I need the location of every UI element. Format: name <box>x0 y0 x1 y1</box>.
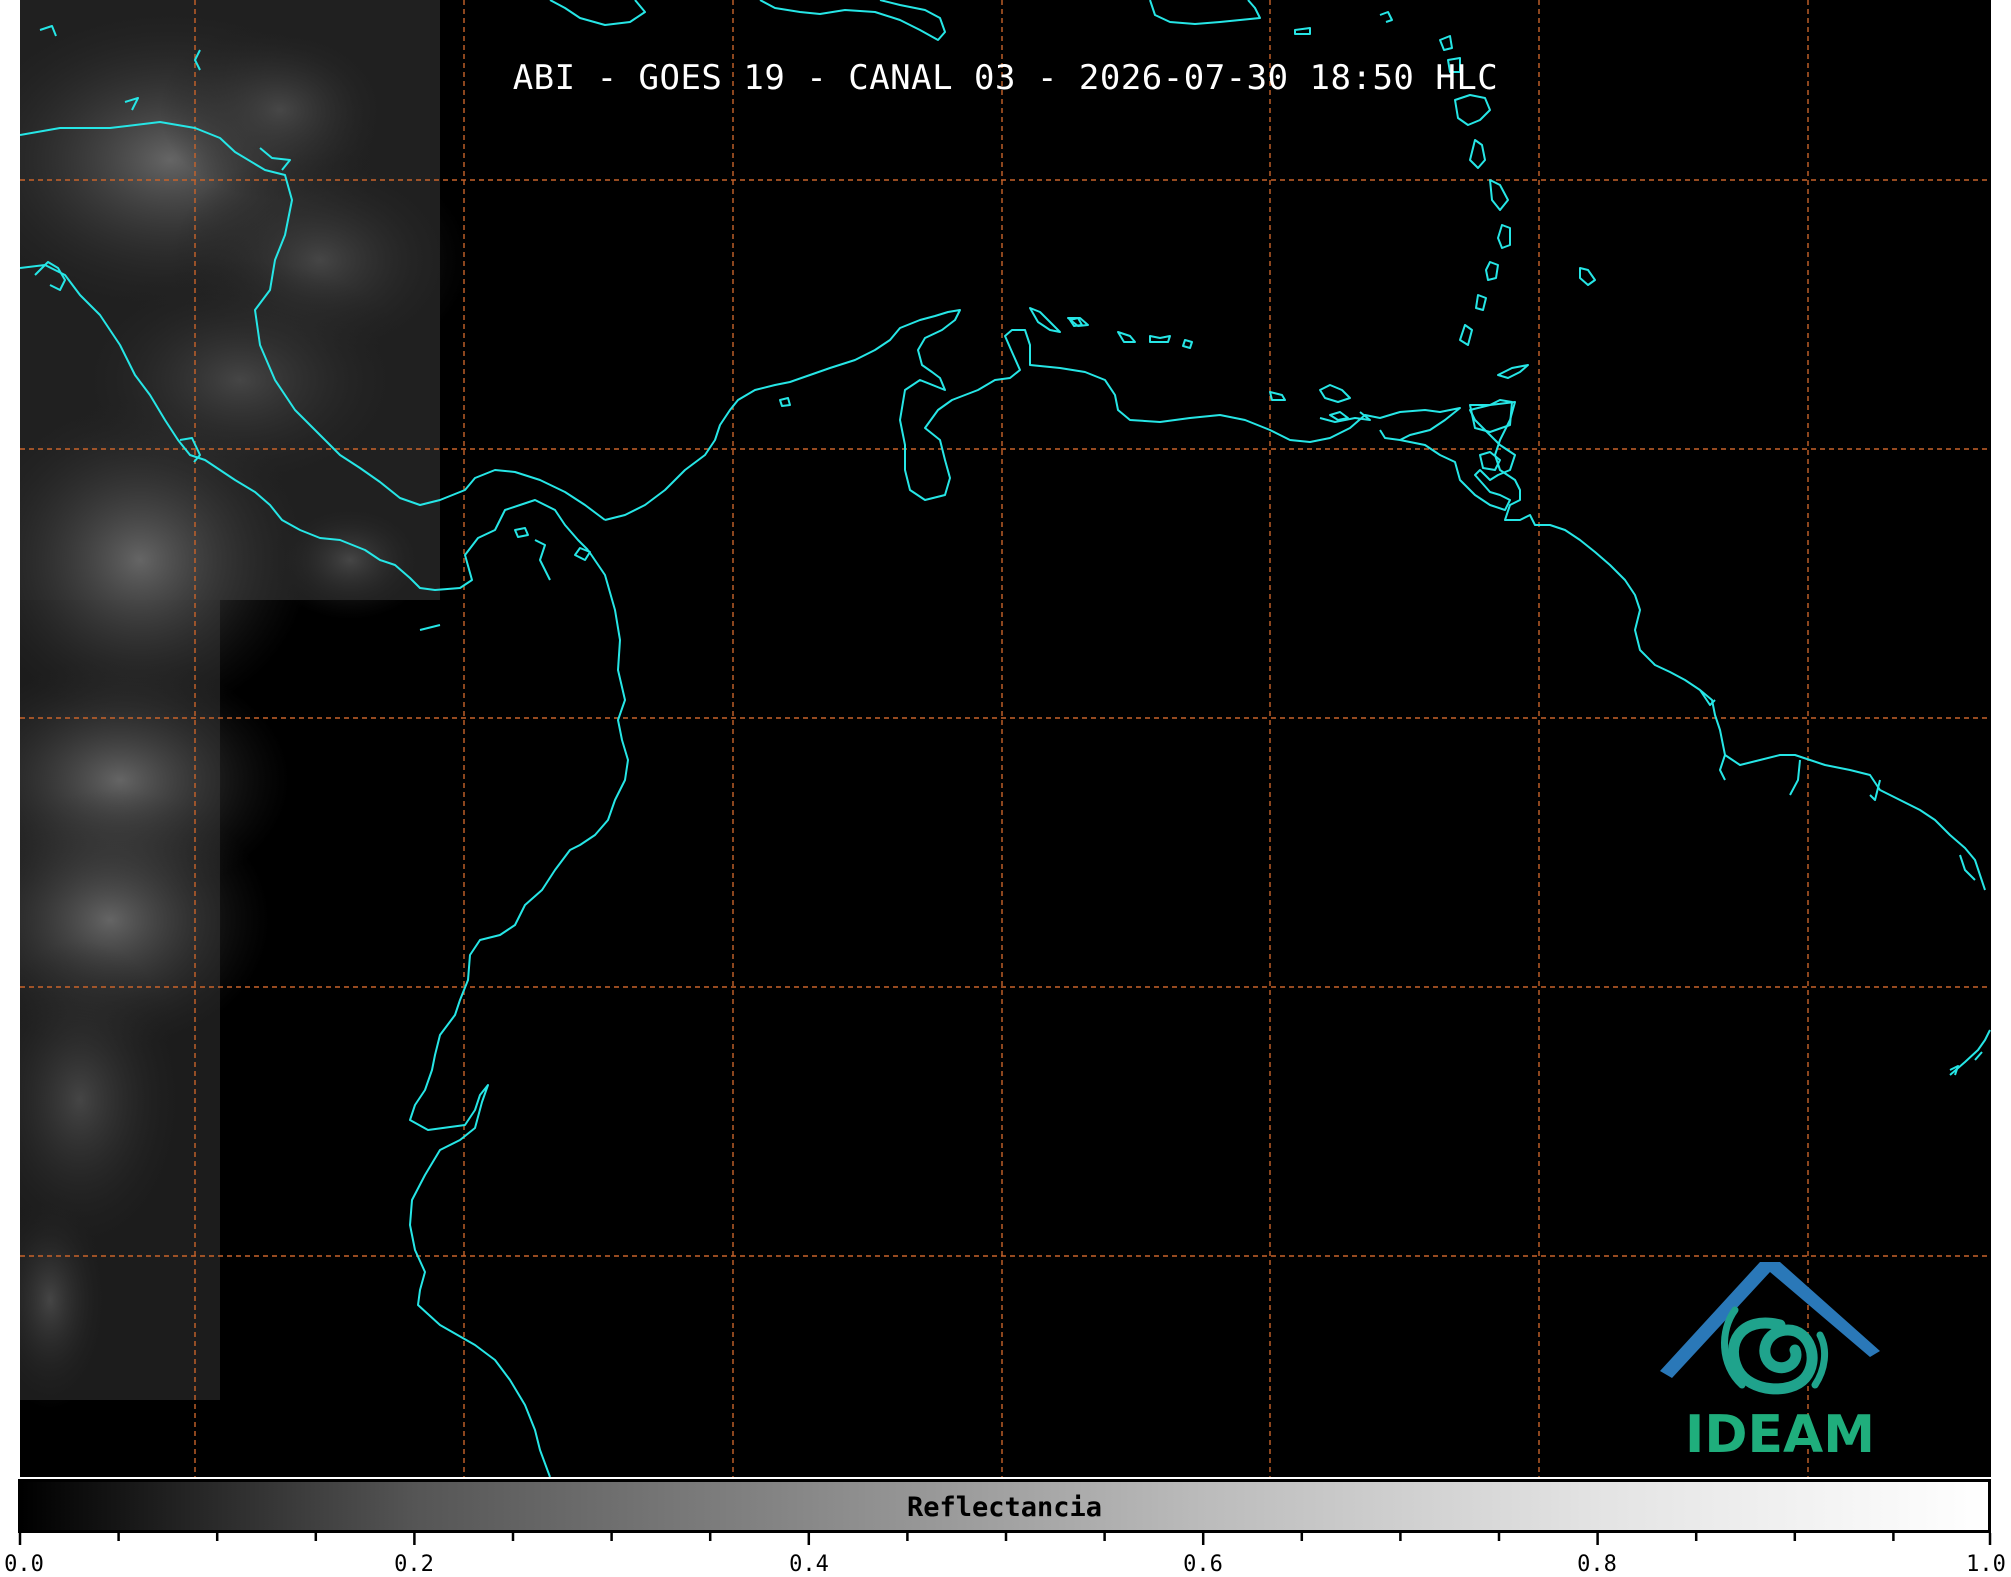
colorbar-tick-label: 1.0 <box>1966 1552 2006 1577</box>
colorbar-tick-label: 0.0 <box>4 1552 44 1577</box>
colorbar-tick-label: 0.8 <box>1577 1552 1617 1577</box>
colorbar-ticks <box>18 1533 1992 1545</box>
colorbar-tick-label: 0.6 <box>1183 1552 1223 1577</box>
colorbar-tick-label: 0.2 <box>394 1552 434 1577</box>
colorbar-tick-label: 0.4 <box>789 1552 829 1577</box>
